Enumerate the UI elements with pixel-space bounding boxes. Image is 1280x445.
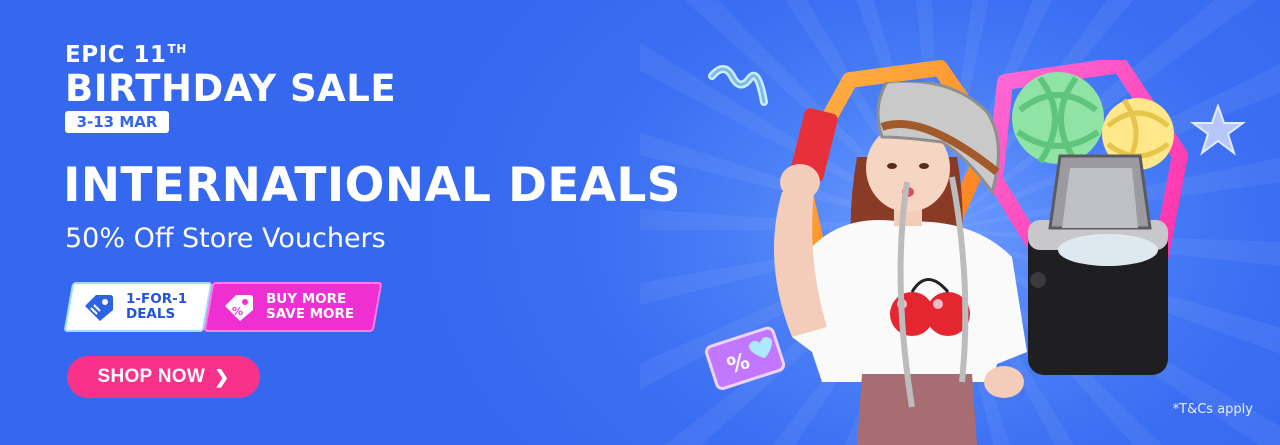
event-title-text: EPIC 11 xyxy=(65,42,167,68)
tag-icon: % xyxy=(222,290,256,324)
badge-label-line1: BUY MORE xyxy=(266,291,347,307)
badge-label-line2: SAVE MORE xyxy=(266,306,355,322)
shop-now-label: SHOP NOW xyxy=(97,366,206,387)
badge-label-line1: 1-FOR-1 xyxy=(126,291,188,307)
buy-more-save-more-badge[interactable]: % BUY MORE SAVE MORE xyxy=(203,282,383,332)
buy-more-save-more-label: BUY MORE SAVE MORE xyxy=(266,291,355,322)
svg-text:%: % xyxy=(232,305,243,318)
shop-now-button[interactable]: SHOP NOW ❯ xyxy=(67,356,260,398)
event-title: EPIC 11TH BIRTHDAY SALE xyxy=(65,37,396,110)
promo-headline: INTERNATIONAL DEALS xyxy=(63,158,681,213)
ice-maker-product-illustration xyxy=(1028,154,1168,375)
badge-label-line2: DEALS xyxy=(126,306,176,322)
promo-subheadline: 50% Off Store Vouchers xyxy=(65,223,386,254)
event-title-superscript: TH xyxy=(167,42,187,56)
event-dates-badge: 3-13 MAR xyxy=(65,111,169,133)
one-for-one-deals-label: 1-FOR-1 DEALS xyxy=(126,291,188,322)
chevron-right-icon: ❯ xyxy=(214,366,230,387)
promo-banner[interactable]: % EPIC 11TH BIRTHDAY SALE 3-13 MAR INTER… xyxy=(0,0,1280,445)
one-for-one-deals-badge[interactable]: 1-FOR-1 DEALS xyxy=(63,282,213,332)
tag-icon xyxy=(82,290,116,324)
model-person-illustration xyxy=(774,82,1027,445)
terms-note: *T&Cs apply xyxy=(1172,402,1253,417)
event-title-line2: BIRTHDAY SALE xyxy=(65,67,397,110)
star-decoration xyxy=(1190,104,1246,156)
event-title-line1: EPIC 11TH xyxy=(65,37,396,67)
